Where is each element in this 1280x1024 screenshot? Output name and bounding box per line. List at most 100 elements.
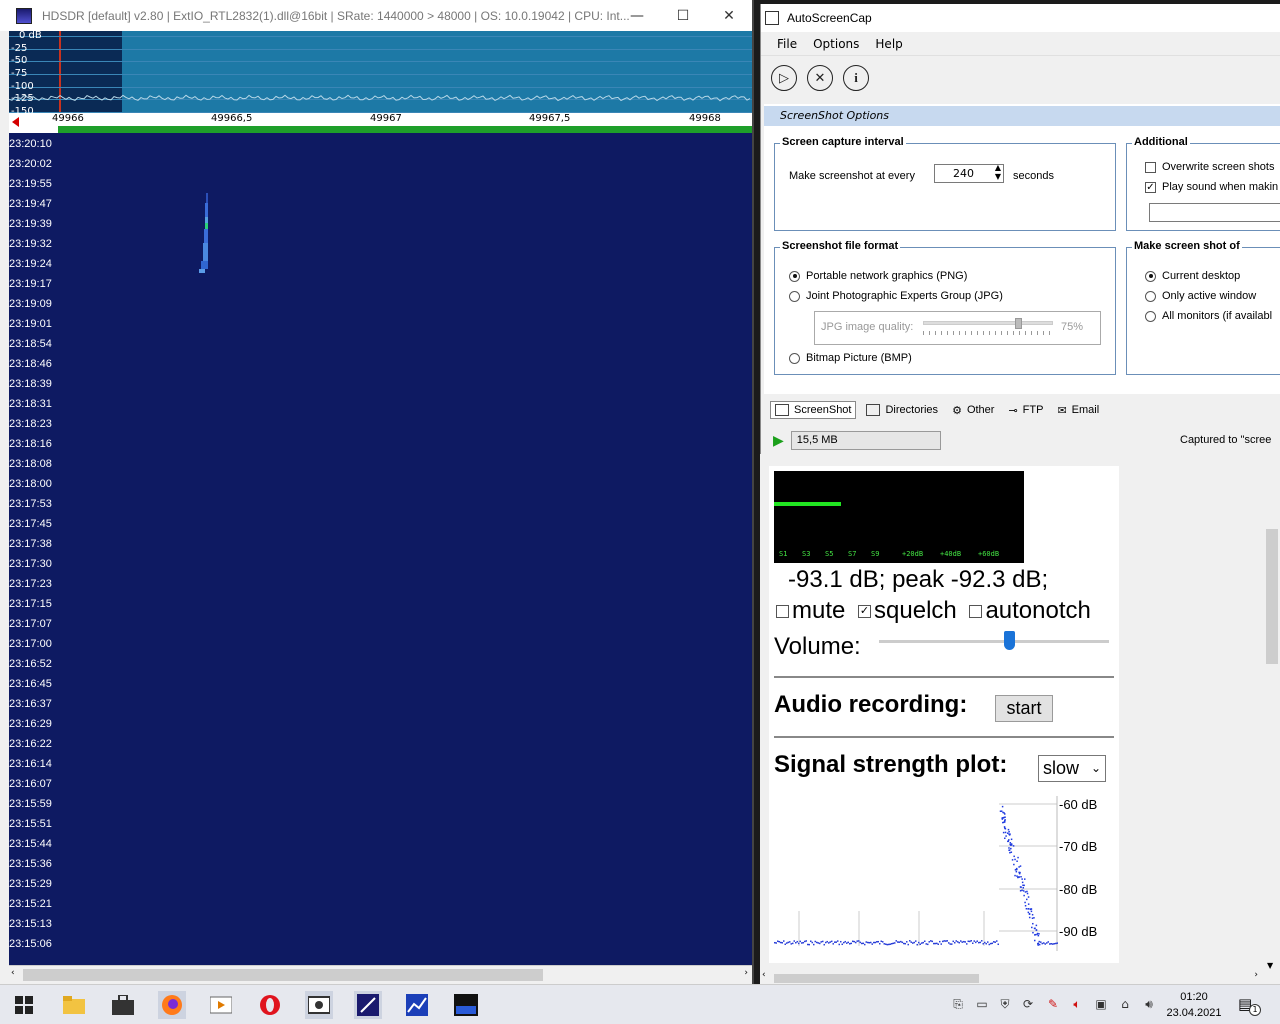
tab-other[interactable]: ⚙ Other (948, 402, 998, 419)
autonotch-label: autonotch (985, 597, 1091, 624)
tab-screenshot[interactable]: ScreenShot (770, 401, 857, 419)
size-value: 15,5 MB (796, 433, 838, 446)
hdsdr-button[interactable] (354, 991, 382, 1019)
signal-level-readout: -93.1 dB; peak -92.3 dB; (788, 566, 1049, 593)
png-radio[interactable]: Portable network graphics (PNG) (789, 270, 967, 282)
plot-point (979, 941, 981, 944)
info-icon: i (854, 70, 858, 85)
tray-shield-icon[interactable]: ⛨ (997, 996, 1013, 1012)
scroll-left-icon[interactable]: ‹ (11, 968, 15, 978)
gear-icon: ⚙ (952, 404, 962, 417)
frequency-scale[interactable]: 49966 49966,5 49967 49967,5 49968 (9, 113, 752, 133)
opera-button[interactable] (256, 991, 284, 1019)
squelch-checkbox[interactable]: ✓ squelch (858, 597, 957, 624)
clock[interactable]: 01:20 23.04.2021 (1162, 989, 1226, 1021)
tray-speaker-alert-icon[interactable]: 🔈︎ (1069, 996, 1085, 1012)
active-window-radio[interactable]: Only active window (1145, 290, 1256, 302)
spectrum-display[interactable]: 0 dB -25 -50 -75 -100 -125 -150 (9, 31, 752, 113)
scroll-down-icon[interactable]: ▼ (1267, 961, 1273, 970)
plot-point (832, 943, 834, 945)
plot-speed-select[interactable]: slow ⌄ (1038, 755, 1106, 782)
volume-slider[interactable] (879, 631, 1109, 653)
mute-checkbox[interactable]: mute (776, 597, 845, 624)
store-button[interactable] (109, 991, 137, 1019)
jpg-quality-slider[interactable] (923, 318, 1053, 335)
plot-point (1009, 851, 1011, 854)
current-desktop-radio[interactable]: Current desktop (1145, 270, 1240, 282)
scroll-left-arrow-icon[interactable] (12, 117, 19, 127)
all-monitors-radio[interactable]: All monitors (if availabl (1145, 310, 1272, 322)
interval-stepper[interactable]: 240 ▲ ▼ (934, 163, 1004, 183)
plot-point (882, 941, 884, 943)
scroll-right-icon[interactable]: › (1254, 970, 1258, 980)
plot-point (943, 940, 945, 942)
firefox-icon (162, 995, 182, 1015)
tray-network-icon[interactable]: ⎘ (950, 996, 966, 1012)
tray-display-icon[interactable]: ▭ (974, 996, 990, 1012)
plot-point (784, 943, 786, 946)
file-explorer-button[interactable] (60, 991, 88, 1019)
plot-point (1023, 894, 1025, 897)
checkbox-box (969, 605, 983, 619)
play-sound-checkbox[interactable]: ✓ Play sound when makin (1145, 181, 1278, 193)
scroll-right-icon[interactable]: › (744, 968, 748, 978)
firefox-button[interactable] (158, 991, 186, 1019)
s-meter-label: S1 (779, 550, 788, 558)
tray-wifi-icon[interactable]: ⌂ (1117, 996, 1133, 1012)
time-label: 23:16:52 (9, 658, 52, 670)
tray-update-icon[interactable]: ⟳ (1020, 996, 1036, 1012)
menu-options[interactable]: Options (813, 37, 859, 51)
autonotch-checkbox[interactable]: autonotch (969, 597, 1091, 624)
maximize-button[interactable]: ☐ (660, 0, 706, 31)
scrollbar-thumb[interactable] (23, 969, 543, 981)
tray-volume-icon[interactable]: 🔊︎ (1141, 996, 1157, 1012)
tab-email[interactable]: ✉ Email (1053, 402, 1103, 419)
close-button[interactable]: ✕ (706, 0, 752, 31)
tab-directories[interactable]: Directories (862, 402, 942, 418)
plot-point (837, 940, 839, 942)
menu-help[interactable]: Help (875, 37, 902, 51)
notification-button[interactable]: ▤ 1 (1238, 995, 1261, 1016)
plot-point (921, 942, 923, 944)
asc-titlebar[interactable]: AutoScreenCap (761, 4, 1280, 32)
wr-hd-button[interactable] (452, 991, 480, 1019)
start-recording-button[interactable]: start (995, 695, 1053, 722)
scrollbar-thumb[interactable] (1266, 529, 1278, 664)
plot-point (816, 941, 818, 944)
start-capture-button[interactable]: ▷ (771, 65, 797, 91)
radio-dot (789, 352, 800, 364)
scrollbar-thumb[interactable] (774, 974, 979, 983)
minimize-button[interactable]: — (614, 0, 660, 31)
info-button[interactable]: i (843, 65, 869, 91)
time-label: 23:17:53 (9, 498, 52, 510)
hdsdr-horizontal-scrollbar[interactable]: ‹ › (9, 965, 752, 983)
stepper-up-icon[interactable]: ▲ (995, 163, 1001, 172)
scroll-left-icon[interactable]: ‹ (762, 970, 766, 980)
tab-ftp[interactable]: ⊸ FTP (1004, 402, 1047, 419)
jpg-radio[interactable]: Joint Photographic Experts Group (JPG) (789, 290, 1003, 302)
media-player-button[interactable] (207, 991, 235, 1019)
browser-vertical-scrollbar[interactable]: ▼ (1263, 454, 1280, 972)
plot-point (1033, 939, 1036, 942)
tray-antivirus-icon[interactable]: ✎ (1045, 996, 1061, 1012)
stepper-down-icon[interactable]: ▼ (995, 172, 1001, 181)
bmp-radio[interactable]: Bitmap Picture (BMP) (789, 352, 912, 364)
tray-app-icon[interactable]: ▣ (1093, 996, 1109, 1012)
browser-horizontal-scrollbar[interactable]: ‹ › (760, 970, 1280, 984)
overwrite-checkbox[interactable]: Overwrite screen shots (1145, 161, 1274, 173)
plot-point (973, 940, 975, 942)
start-button[interactable] (10, 991, 38, 1019)
plot-point (1009, 842, 1012, 844)
plot-point (972, 942, 974, 944)
volume-thumb[interactable] (1004, 631, 1015, 650)
plot-point (931, 940, 933, 943)
stop-capture-button[interactable]: ✕ (807, 65, 833, 91)
autoscreencap-button[interactable] (305, 991, 333, 1019)
play-icon: ▷ (779, 70, 789, 86)
slider-thumb[interactable] (1015, 318, 1022, 329)
waterfall-display[interactable]: 23:20:10 23:20:02 23:19:55 23:19:47 23:19:39… (9, 133, 752, 965)
hdsdr-titlebar[interactable]: HDSDR [default] v2.80 | ExtIO_RTL2832(1)… (0, 0, 752, 31)
spectrum-app-button[interactable] (403, 991, 431, 1019)
sound-file-input[interactable] (1149, 203, 1280, 222)
menu-file[interactable]: File (777, 37, 797, 51)
